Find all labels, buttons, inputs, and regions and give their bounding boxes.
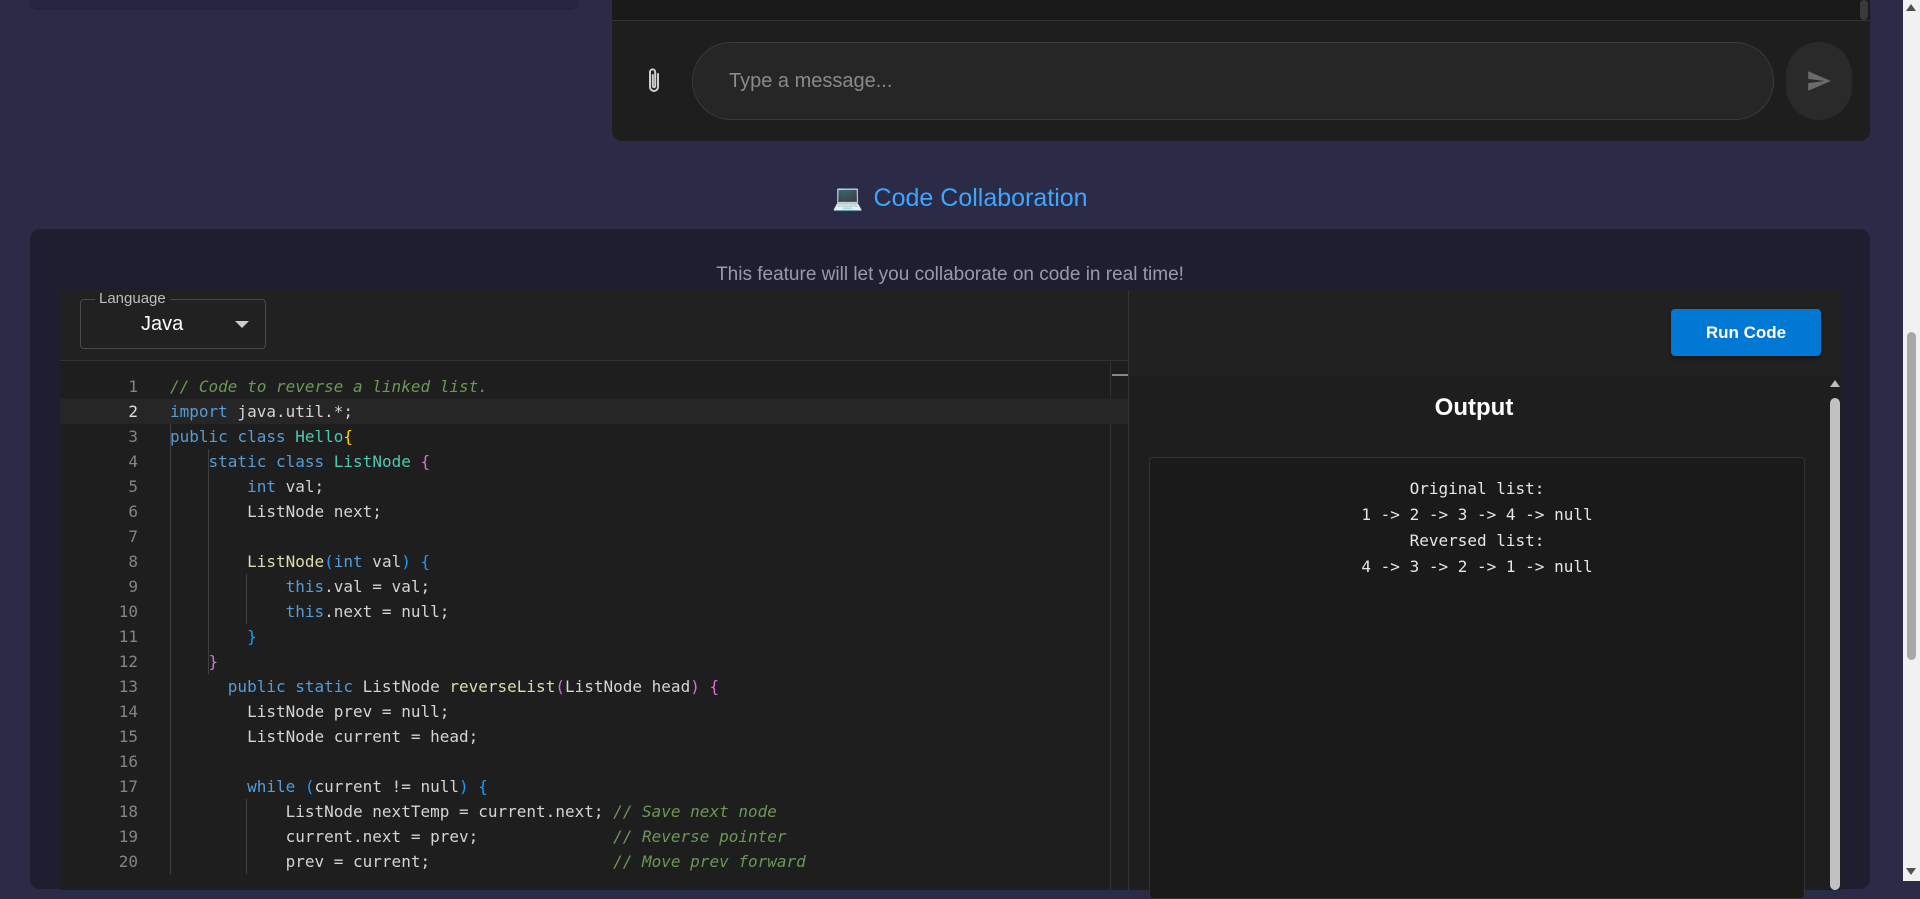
- code-line[interactable]: 9 this.val = val;: [60, 574, 1128, 599]
- line-number: 2: [128, 402, 138, 421]
- message-input[interactable]: [692, 42, 1774, 120]
- line-code: int val;: [247, 477, 325, 496]
- page-scrollbar[interactable]: [1903, 0, 1920, 881]
- section-title: 💻 Code Collaboration: [0, 184, 1920, 213]
- line-code: this.val = val;: [285, 577, 431, 596]
- line-number: 11: [118, 627, 138, 646]
- code-collaboration-card: This feature will let you collaborate on…: [30, 229, 1870, 899]
- language-select[interactable]: Language Java: [80, 290, 266, 349]
- line-code: ListNode next;: [170, 502, 382, 521]
- line-number: 4: [128, 452, 138, 471]
- code-workspace: Language Java 1 // Code to reverse a link…: [60, 290, 1841, 899]
- code-line[interactable]: 12 }: [60, 649, 1128, 674]
- code-line[interactable]: 16: [60, 749, 1128, 774]
- line-code: this.next = null;: [285, 602, 450, 621]
- line-code: prev = current; // Move prev forward: [170, 852, 806, 871]
- line-number: 7: [128, 527, 138, 546]
- line-number: 18: [118, 802, 138, 821]
- code-line[interactable]: 11 }: [60, 624, 1128, 649]
- line-code: ListNode(int val) {: [247, 552, 431, 571]
- line-code: current.next = prev; // Reverse pointer: [170, 827, 787, 846]
- feature-description: This feature will let you collaborate on…: [716, 264, 1184, 285]
- output-scrollbar[interactable]: [1829, 376, 1841, 890]
- language-label: Language: [95, 290, 170, 307]
- line-code: static class ListNode {: [208, 452, 431, 471]
- code-line[interactable]: 15 ListNode current = head;: [60, 724, 1128, 749]
- chat-messages-area[interactable]: [612, 0, 1870, 21]
- code-line[interactable]: 1 // Code to reverse a linked list.: [60, 374, 1128, 399]
- code-line[interactable]: 8 ListNode(int val) {: [60, 549, 1128, 574]
- code-line[interactable]: 20 prev = current; // Move prev forward: [60, 849, 1128, 874]
- output-scrollbar-thumb[interactable]: [1830, 398, 1840, 890]
- code-line[interactable]: 13 public static ListNode reverseList(Li…: [60, 674, 1128, 699]
- line-code: ListNode current = head;: [170, 727, 479, 746]
- chevron-down-icon: [235, 321, 249, 328]
- line-number: 12: [118, 652, 138, 671]
- code-line[interactable]: 19 current.next = prev; // Reverse point…: [60, 824, 1128, 849]
- line-number: 17: [118, 777, 138, 796]
- previous-card-bottom: [30, 0, 578, 8]
- code-line[interactable]: 5 int val;: [60, 474, 1128, 499]
- line-number: 14: [118, 702, 138, 721]
- send-button[interactable]: [1786, 42, 1852, 120]
- line-number: 10: [118, 602, 138, 621]
- line-code: public class Hello{: [170, 427, 354, 446]
- code-line[interactable]: 6 ListNode next;: [60, 499, 1128, 524]
- line-code: public static ListNode reverseList(ListN…: [227, 677, 720, 696]
- line-number: 5: [128, 477, 138, 496]
- output-text: Original list: 1 -> 2 -> 3 -> 4 -> null …: [1361, 479, 1593, 576]
- chat-scrollbar-thumb[interactable]: [1860, 0, 1868, 20]
- line-number: 20: [118, 852, 138, 871]
- line-number: 6: [128, 502, 138, 521]
- line-code: }: [247, 627, 257, 646]
- code-line[interactable]: 10 this.next = null;: [60, 599, 1128, 624]
- line-number: 3: [128, 427, 138, 446]
- line-code: import java.util.*;: [170, 402, 354, 421]
- code-line[interactable]: 14 ListNode prev = null;: [60, 699, 1128, 724]
- line-code: // Code to reverse a linked list.: [170, 377, 488, 396]
- code-line[interactable]: 2 import java.util.*;: [60, 399, 1128, 424]
- line-number: 19: [118, 827, 138, 846]
- code-line[interactable]: 7: [60, 524, 1128, 549]
- line-code: ListNode prev = null;: [170, 702, 450, 721]
- language-value: Java: [141, 313, 184, 335]
- chat-panel: [612, 0, 1870, 141]
- output-box: Original list: 1 -> 2 -> 3 -> 4 -> null …: [1149, 457, 1805, 899]
- editor-toolbar: Language Java: [60, 290, 1128, 361]
- output-panel: Output Original list: 1 -> 2 -> 3 -> 4 -…: [1129, 376, 1829, 899]
- scroll-up-arrow-icon[interactable]: [1906, 4, 1916, 11]
- page-scrollbar-thumb[interactable]: [1907, 332, 1916, 660]
- output-title: Output: [1434, 394, 1514, 421]
- section-title-text: Code Collaboration: [873, 184, 1088, 212]
- paperclip-icon[interactable]: [642, 66, 666, 96]
- code-line[interactable]: 17 while (current != null) {: [60, 774, 1128, 799]
- code-line[interactable]: 3 public class Hello{: [60, 424, 1128, 449]
- line-code: }: [208, 652, 219, 671]
- line-number: 15: [118, 727, 138, 746]
- code-line[interactable]: 18 ListNode nextTemp = current.next; // …: [60, 799, 1128, 824]
- output-pane: Run Code Output Original list: 1 -> 2 ->…: [1128, 290, 1841, 899]
- line-number: 13: [118, 677, 138, 696]
- scroll-down-arrow-icon[interactable]: [1906, 868, 1916, 875]
- editor-pane: Language Java 1 // Code to reverse a link…: [60, 290, 1128, 890]
- send-icon: [1808, 71, 1831, 91]
- run-code-button[interactable]: Run Code: [1671, 309, 1821, 356]
- code-editor[interactable]: 1 // Code to reverse a linked list. 2 impor…: [60, 361, 1128, 890]
- line-code: ListNode nextTemp = current.next; // Sav…: [170, 802, 777, 821]
- line-number: 9: [128, 577, 138, 596]
- line-number: 1: [128, 377, 138, 396]
- run-toolbar: Run Code: [1129, 290, 1841, 376]
- line-number: 16: [118, 752, 138, 771]
- line-code: while (current != null) {: [247, 777, 488, 796]
- laptop-icon: 💻: [832, 184, 864, 212]
- code-line[interactable]: 4 static class ListNode {: [60, 449, 1128, 474]
- scroll-up-arrow-icon[interactable]: [1830, 380, 1840, 387]
- line-number: 8: [128, 552, 138, 571]
